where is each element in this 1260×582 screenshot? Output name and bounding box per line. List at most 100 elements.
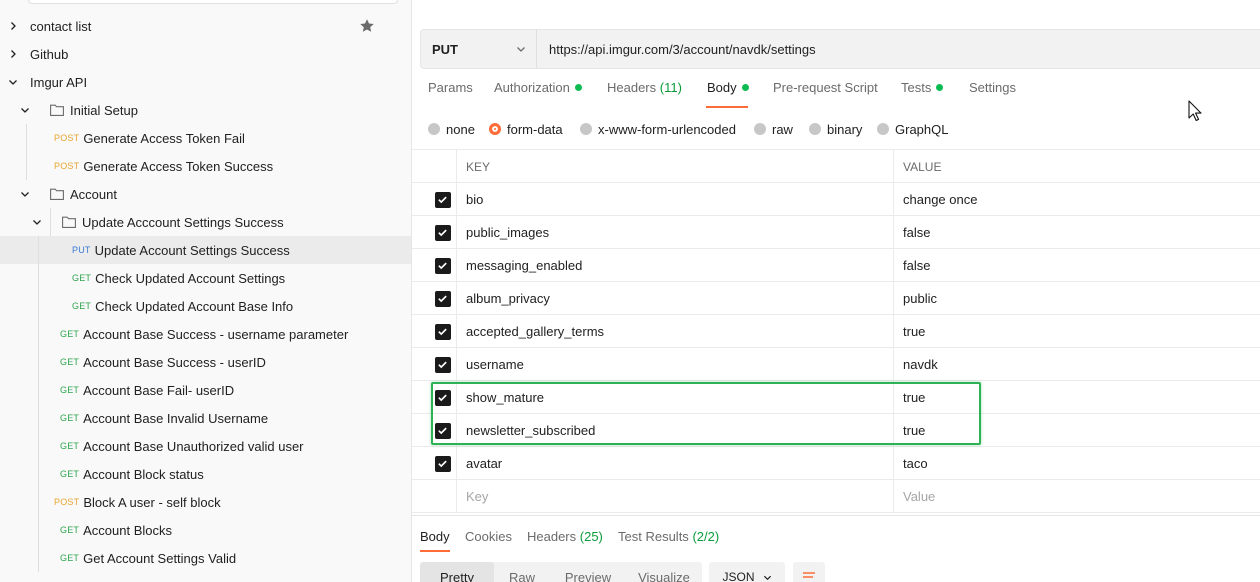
request-item-account-blocks[interactable]: GET Account Blocks <box>0 516 411 544</box>
request-item-get-account-settings-valid[interactable]: GET Get Account Settings Valid <box>0 544 411 572</box>
radio-form-data[interactable]: form-data <box>489 119 563 139</box>
radio-graphql[interactable]: GraphQL <box>877 119 948 139</box>
response-tab-body[interactable]: Body <box>420 529 450 544</box>
tab-label: Cookies <box>465 529 512 544</box>
tree-item-label: Account Base Unauthorized valid user <box>83 438 304 454</box>
key-cell[interactable]: show_mature <box>457 381 894 414</box>
tab-count: (2/2) <box>692 529 720 544</box>
view-visualize-button[interactable]: Visualize <box>626 562 702 582</box>
radio-raw[interactable]: raw <box>754 119 793 139</box>
view-raw-button[interactable]: Raw <box>494 562 550 582</box>
response-tab-headers[interactable]: Headers (25) <box>527 529 603 544</box>
request-item-account-block-status[interactable]: GET Account Block status <box>0 460 411 488</box>
checkbox-checked-icon[interactable] <box>434 389 451 406</box>
request-item-account-base-unauthorized-valid-user[interactable]: GET Account Base Unauthorized valid user <box>0 432 411 460</box>
method-badge: GET <box>60 469 80 479</box>
value-cell[interactable]: true <box>894 381 1260 414</box>
tab-settings[interactable]: Settings <box>969 80 1016 110</box>
response-tab-test-results[interactable]: Test Results (2/2) <box>618 529 719 544</box>
collection-item-github[interactable]: Github <box>0 40 411 68</box>
tab-label: Tests <box>901 80 932 95</box>
new-value-input[interactable]: Value <box>894 480 1260 513</box>
checkbox-checked-icon[interactable] <box>434 455 451 472</box>
folder-item-initial-setup[interactable]: Initial Setup <box>0 96 411 124</box>
value-cell[interactable]: true <box>894 315 1260 348</box>
key-cell[interactable]: album_privacy <box>457 282 894 315</box>
request-item-generate-access-token-success[interactable]: POST Generate Access Token Success <box>0 152 411 180</box>
tab-tests[interactable]: Tests <box>901 80 944 110</box>
collection-item-contact-list[interactable]: contact list <box>0 12 411 40</box>
table-row-empty: Key Value <box>412 479 1260 513</box>
key-cell[interactable]: avatar <box>457 447 894 480</box>
row-check-cell <box>412 249 457 282</box>
collection-item-imgur-api[interactable]: Imgur API <box>0 68 411 96</box>
tree-item-label: Account Blocks <box>83 522 172 538</box>
value-cell[interactable]: navdk <box>894 348 1260 381</box>
row-check-cell <box>412 282 457 315</box>
tree-item-label: Update Account Settings Success <box>94 242 290 258</box>
key-cell[interactable]: newsletter_subscribed <box>457 414 894 447</box>
checkbox-checked-icon[interactable] <box>434 224 451 241</box>
method-badge: GET <box>60 525 80 535</box>
request-item-account-base-success-username-parameter[interactable]: GET Account Base Success - username param… <box>0 320 411 348</box>
method-badge: GET <box>60 385 80 395</box>
radio-none[interactable]: none <box>428 119 475 139</box>
request-item-account-base-success-userid[interactable]: GET Account Base Success - userID <box>0 348 411 376</box>
request-item-generate-access-token-fail[interactable]: POST Generate Access Token Fail <box>0 124 411 152</box>
tab-authorization[interactable]: Authorization <box>494 80 582 110</box>
radio-x-www-form-urlencoded[interactable]: x-www-form-urlencoded <box>580 119 736 139</box>
checkbox-checked-icon[interactable] <box>434 191 451 208</box>
chevron-right-icon[interactable] <box>8 49 18 59</box>
key-cell[interactable]: messaging_enabled <box>457 249 894 282</box>
header-check-cell <box>412 150 457 183</box>
row-check-cell <box>412 381 457 414</box>
chevron-right-icon[interactable] <box>8 21 18 31</box>
key-cell[interactable]: username <box>457 348 894 381</box>
key-cell[interactable]: accepted_gallery_terms <box>457 315 894 348</box>
chevron-down-icon[interactable] <box>20 189 30 199</box>
request-item-update-account-settings-success[interactable]: PUT Update Account Settings Success <box>0 236 411 264</box>
tab-params[interactable]: Params <box>428 80 473 110</box>
folder-item-account[interactable]: Account <box>0 180 411 208</box>
url-input[interactable]: https://api.imgur.com/3/account/navdk/se… <box>537 42 816 57</box>
tab-label: Body <box>420 529 450 544</box>
tab-headers[interactable]: Headers (11) <box>607 80 682 110</box>
request-item-account-base-fail-userid[interactable]: GET Account Base Fail- userID <box>0 376 411 404</box>
value-cell[interactable]: false <box>894 249 1260 282</box>
response-tab-cookies[interactable]: Cookies <box>465 529 512 544</box>
request-item-check-updated-account-base-info[interactable]: GET Check Updated Account Base Info <box>0 292 411 320</box>
value-cell[interactable]: taco <box>894 447 1260 480</box>
value-cell[interactable]: public <box>894 282 1260 315</box>
chevron-down-icon[interactable] <box>20 105 30 115</box>
request-item-account-base-invalid-username[interactable]: GET Account Base Invalid Username <box>0 404 411 432</box>
checkbox-checked-icon[interactable] <box>434 422 451 439</box>
star-icon[interactable] <box>359 18 375 34</box>
method-select[interactable]: PUT <box>421 30 537 68</box>
key-cell[interactable]: public_images <box>457 216 894 249</box>
format-select[interactable]: JSON <box>709 562 785 582</box>
view-pretty-button[interactable]: Pretty <box>420 562 494 582</box>
new-key-input[interactable]: Key <box>457 480 894 513</box>
folder-item-update-acccount-settings-success[interactable]: Update Acccount Settings Success <box>0 208 411 236</box>
value-cell[interactable]: change once <box>894 183 1260 216</box>
request-item-block-a-user-self-block[interactable]: POST Block A user - self block <box>0 488 411 516</box>
chevron-down-icon[interactable] <box>32 217 42 227</box>
method-badge: POST <box>54 497 80 507</box>
tree-indent-guide <box>38 320 39 572</box>
request-item-check-updated-account-settings[interactable]: GET Check Updated Account Settings <box>0 264 411 292</box>
checkbox-checked-icon[interactable] <box>434 356 451 373</box>
radio-binary[interactable]: binary <box>809 119 862 139</box>
tree-indent-guide <box>50 208 51 236</box>
key-cell[interactable]: bio <box>457 183 894 216</box>
radio-icon <box>580 123 592 135</box>
wrap-lines-button[interactable] <box>793 562 825 582</box>
checkbox-checked-icon[interactable] <box>434 290 451 307</box>
checkbox-checked-icon[interactable] <box>434 257 451 274</box>
value-cell[interactable]: true <box>894 414 1260 447</box>
tab-pre-request-script[interactable]: Pre-request Script <box>773 80 878 110</box>
checkbox-checked-icon[interactable] <box>434 323 451 340</box>
value-cell[interactable]: false <box>894 216 1260 249</box>
response-divider[interactable] <box>412 515 1260 516</box>
view-preview-button[interactable]: Preview <box>550 562 626 582</box>
chevron-down-icon[interactable] <box>8 77 18 87</box>
